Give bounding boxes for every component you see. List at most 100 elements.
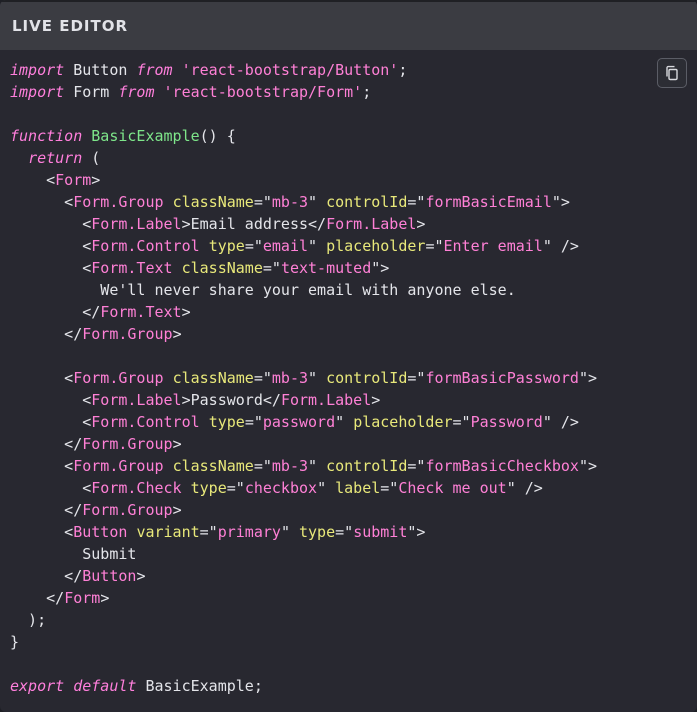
code-token: Check me out	[398, 479, 507, 497]
code-token: >	[172, 435, 182, 453]
code-token: ">	[551, 193, 570, 211]
code-token: ="	[244, 237, 263, 255]
code-token: (	[82, 149, 101, 167]
code-token: ="	[262, 259, 281, 277]
code-token: "	[308, 237, 327, 255]
code-line: }	[10, 631, 597, 653]
code-token: );	[10, 611, 47, 629]
code-token: </	[10, 589, 65, 607]
code-token: }	[10, 633, 20, 651]
code-token: Form.Label	[280, 391, 372, 409]
code-token: Form	[55, 171, 92, 189]
code-line: <Form.Check type="checkbox" label="Check…	[10, 477, 597, 499]
code-token: ="	[199, 523, 218, 541]
code-line: <Form.Control type="email" placeholder="…	[10, 235, 597, 257]
code-token: password	[262, 413, 336, 431]
code-token: Form.Control	[91, 413, 200, 431]
code-line: <Form.Group className="mb-3" controlId="…	[10, 191, 597, 213]
code-token: type	[208, 237, 245, 255]
code-token: ">	[371, 259, 390, 277]
code-token: <	[10, 413, 92, 431]
code-token: >Email address</	[181, 215, 327, 233]
code-token: <	[10, 237, 92, 255]
code-token: Button	[82, 567, 137, 585]
code-token: ">	[578, 457, 598, 475]
code-token: Form.Group	[82, 325, 173, 343]
code-line: We'll never share your email with anyone…	[10, 279, 597, 301]
code-token: type	[299, 523, 336, 541]
code-token: >	[416, 215, 426, 233]
code-token: variant	[136, 523, 200, 541]
code-token: ="	[452, 413, 471, 431]
code-token: >	[100, 589, 110, 607]
code-token: ="	[244, 413, 263, 431]
code-token: </	[10, 567, 83, 585]
code-token: return	[28, 149, 83, 167]
code-token: mb-3	[271, 369, 309, 387]
code-token: mb-3	[271, 193, 309, 211]
live-editor: LIVE EDITOR import Button from 'react-bo…	[0, 0, 697, 712]
code-token: default	[73, 677, 137, 695]
code-token: >Password</	[181, 391, 281, 409]
code-token: Form.Label	[91, 391, 182, 409]
code-token: ="	[407, 369, 426, 387]
code-token: ="	[253, 193, 272, 211]
code-token: Submit	[10, 545, 137, 563]
code-token: <	[10, 391, 92, 409]
code-token: controlId	[326, 193, 408, 211]
code-token: from	[136, 61, 173, 79]
code-line: <Form.Text className="text-muted">	[10, 257, 597, 279]
code-line: <Form.Group className="mb-3" controlId="…	[10, 367, 597, 389]
code-token: Form.Label	[326, 215, 417, 233]
code-token: () {	[199, 127, 236, 145]
code-token: >	[91, 171, 101, 189]
code-token: >	[181, 303, 191, 321]
code-token: ="	[407, 457, 426, 475]
code-token: >	[172, 501, 182, 519]
code-token: ="	[425, 237, 444, 255]
code-token: export	[10, 677, 65, 695]
code-token: Form.Group	[73, 457, 164, 475]
editor-header: LIVE EDITOR	[0, 0, 697, 50]
code-token: ="	[253, 369, 272, 387]
code-token: className	[172, 457, 254, 475]
code-token: Enter email	[443, 237, 543, 255]
code-token: "	[308, 193, 327, 211]
code-token: <	[10, 259, 92, 277]
code-token: checkbox	[244, 479, 318, 497]
code-line: <Form.Label>Password</Form.Label>	[10, 389, 597, 411]
code-token: Form	[64, 83, 119, 101]
code-token: submit	[353, 523, 408, 541]
code-token: Button	[73, 523, 128, 541]
code-line: return (	[10, 147, 597, 169]
code-token: Form.Control	[91, 237, 200, 255]
code-token: <	[10, 457, 74, 475]
copy-button[interactable]	[657, 58, 687, 88]
code-editor[interactable]: import Button from 'react-bootstrap/Butt…	[10, 59, 597, 697]
code-token: Form	[64, 589, 101, 607]
code-token: controlId	[326, 369, 408, 387]
code-token: <	[10, 523, 74, 541]
code-line: </Form>	[10, 587, 597, 609]
code-token: mb-3	[271, 457, 309, 475]
code-line: <Form.Group className="mb-3" controlId="…	[10, 455, 597, 477]
code-token: </	[10, 325, 83, 343]
code-token: ">	[407, 523, 426, 541]
code-token: ;	[362, 83, 372, 101]
code-token: ="	[335, 523, 354, 541]
code-token: email	[262, 237, 309, 255]
code-token: BasicExample	[91, 127, 200, 145]
code-token: We'll never share your email with anyone…	[10, 281, 516, 299]
code-line: <Button variant="primary" type="submit">	[10, 521, 597, 543]
code-token: className	[181, 259, 263, 277]
code-token: label	[335, 479, 381, 497]
code-token: Password	[470, 413, 543, 431]
